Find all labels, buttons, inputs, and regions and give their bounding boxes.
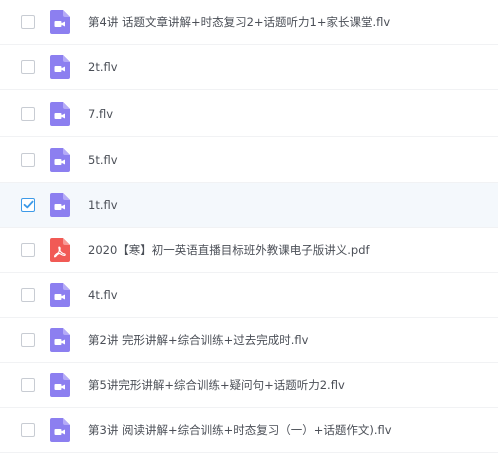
file-name[interactable]: 第4讲 话题文章讲解+时态复习2+话题听力1+家长课堂.flv [88, 0, 390, 45]
file-row[interactable]: 第3讲 阅读讲解+综合训练+时态复习（一）+话题作文).flv [0, 408, 498, 453]
file-list: 第4讲 话题文章讲解+时态复习2+话题听力1+家长课堂.flv 2t.flv 7… [0, 0, 498, 463]
row-checkbox[interactable] [21, 288, 35, 302]
video-file-icon [50, 10, 70, 34]
row-checkbox[interactable] [21, 60, 35, 74]
row-checkbox[interactable] [21, 15, 35, 29]
file-row[interactable]: 第4讲 话题文章讲解+时态复习2+话题听力1+家长课堂.flv [0, 0, 498, 45]
row-checkbox[interactable] [21, 153, 35, 167]
file-row[interactable]: 2020【寒】初一英语直播目标班外教课电子版讲义.pdf [0, 228, 498, 273]
row-checkbox[interactable] [21, 423, 35, 437]
file-name[interactable]: 7.flv [88, 92, 113, 137]
file-name[interactable]: 1t.flv [88, 183, 118, 228]
file-name[interactable]: 4t.flv [88, 273, 118, 318]
video-file-icon [50, 102, 70, 126]
file-row[interactable]: 1t.flv [0, 183, 498, 228]
video-file-icon [50, 283, 70, 307]
file-row[interactable]: 第5讲完形讲解+综合训练+疑问句+话题听力2.flv [0, 363, 498, 408]
row-checkbox[interactable] [21, 107, 35, 121]
pdf-file-icon [50, 238, 70, 262]
file-name[interactable]: 5t.flv [88, 138, 118, 183]
file-row[interactable]: 第2讲 完形讲解+综合训练+过去完成时.flv [0, 318, 498, 363]
checkmark-icon [23, 200, 34, 209]
row-checkbox[interactable] [21, 333, 35, 347]
file-name[interactable]: 第5讲完形讲解+综合训练+疑问句+话题听力2.flv [88, 363, 345, 408]
file-row[interactable]: 2t.flv [0, 45, 498, 90]
video-file-icon [50, 328, 70, 352]
file-name[interactable]: 2t.flv [88, 45, 118, 90]
file-row[interactable]: 7.flv [0, 92, 498, 137]
video-file-icon [50, 148, 70, 172]
file-row[interactable]: 5t.flv [0, 138, 498, 183]
file-row[interactable]: 4t.flv [0, 273, 498, 318]
video-file-icon [50, 55, 70, 79]
file-name[interactable]: 第3讲 阅读讲解+综合训练+时态复习（一）+话题作文).flv [88, 408, 392, 453]
file-name[interactable]: 2020【寒】初一英语直播目标班外教课电子版讲义.pdf [88, 228, 370, 273]
row-checkbox[interactable] [21, 378, 35, 392]
row-checkbox[interactable] [21, 243, 35, 257]
file-name[interactable]: 第2讲 完形讲解+综合训练+过去完成时.flv [88, 318, 308, 363]
video-file-icon [50, 373, 70, 397]
video-file-icon [50, 193, 70, 217]
row-checkbox[interactable] [21, 198, 35, 212]
video-file-icon [50, 418, 70, 442]
